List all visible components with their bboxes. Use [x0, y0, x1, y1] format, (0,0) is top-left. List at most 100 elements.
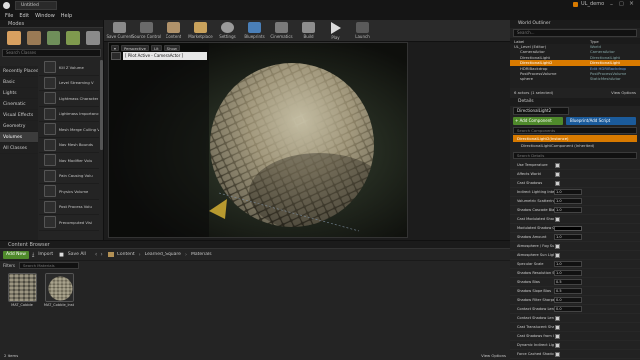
- property-checkbox[interactable]: [555, 180, 560, 186]
- category-recently-placed[interactable]: Recently Placed: [0, 66, 38, 77]
- level-viewport[interactable]: ▾ Perspective Lit Show [ Pilot Active - …: [108, 42, 408, 238]
- modes-scrollbar[interactable]: [100, 60, 103, 150]
- list-item[interactable]: Physics Volume: [39, 184, 99, 200]
- component-child-item[interactable]: DirectionalLightComponent (Inherited): [513, 142, 637, 149]
- list-item[interactable]: Level Streaming V: [39, 76, 99, 91]
- outliner-search-input[interactable]: Search...: [513, 29, 637, 37]
- back-icon[interactable]: ‹: [95, 251, 97, 258]
- list-item[interactable]: Mesh Merge Culling V: [39, 122, 99, 138]
- breadcrumb-materials[interactable]: Materials: [191, 252, 212, 257]
- content-view-options-button[interactable]: View Options: [481, 353, 506, 358]
- paint-mode-icon[interactable]: [26, 31, 41, 45]
- property-checkbox[interactable]: [555, 315, 560, 321]
- marketplace-button[interactable]: Marketplace: [187, 20, 214, 42]
- property-checkbox[interactable]: [555, 342, 560, 348]
- breadcrumb-content[interactable]: Content: [117, 252, 135, 257]
- category-basic[interactable]: Basic: [0, 77, 38, 88]
- property-checkbox[interactable]: [555, 243, 560, 249]
- list-item[interactable]: Lightmass Character: [39, 91, 99, 107]
- property-number-field[interactable]: 1.0: [554, 207, 582, 213]
- component-root-item[interactable]: DirectionalLight2(Instance): [513, 135, 637, 142]
- viewport-options-icon[interactable]: ▾: [111, 44, 119, 51]
- actor-name-field[interactable]: DirectionalLight2: [513, 107, 569, 115]
- list-item[interactable]: Nav Mesh Bounds: [39, 138, 99, 153]
- build-button[interactable]: Build: [295, 20, 322, 42]
- lit-button[interactable]: Lit: [151, 44, 162, 51]
- property-number-field[interactable]: 0.0: [554, 297, 582, 303]
- type-column-header[interactable]: Type: [590, 39, 599, 44]
- property-number-field[interactable]: 1.0: [554, 261, 582, 267]
- breadcrumb-learned-square[interactable]: Learned_Square: [145, 252, 181, 257]
- modes-tab[interactable]: Modes: [0, 20, 103, 28]
- save-current-button[interactable]: Save Current: [106, 20, 133, 42]
- show-button[interactable]: Show: [163, 44, 180, 51]
- play-button[interactable]: Play: [322, 20, 349, 42]
- landscape-mode-icon[interactable]: [46, 31, 61, 45]
- content-search-input[interactable]: Search Materials: [19, 262, 79, 269]
- eject-pilot-icon[interactable]: [111, 52, 121, 60]
- close-icon[interactable]: ×: [629, 0, 634, 7]
- settings-button[interactable]: Settings: [214, 20, 241, 42]
- property-number-field[interactable]: 1.0: [554, 189, 582, 195]
- category-volumes[interactable]: Volumes: [0, 132, 38, 143]
- cinematics-button[interactable]: Cinematics: [268, 20, 295, 42]
- menu-file[interactable]: File: [5, 13, 13, 19]
- place-mode-icon[interactable]: [7, 31, 21, 45]
- details-search-input[interactable]: Search Details: [513, 152, 637, 159]
- outliner-view-options-button[interactable]: View Options: [611, 90, 636, 95]
- category-cinematic[interactable]: Cinematic: [0, 99, 38, 110]
- property-checkbox[interactable]: [555, 351, 560, 357]
- add-new-button[interactable]: Add New: [3, 250, 29, 259]
- perspective-button[interactable]: Perspective: [121, 44, 149, 51]
- property-checkbox[interactable]: [555, 252, 560, 258]
- property-checkbox[interactable]: [555, 216, 560, 222]
- add-component-button[interactable]: + Add Component: [513, 117, 563, 125]
- property-checkbox[interactable]: [555, 333, 560, 339]
- property-checkbox[interactable]: [555, 324, 560, 330]
- details-tab[interactable]: Details: [510, 98, 640, 106]
- asset-tile[interactable]: MAT_Cobble_Inst: [42, 273, 76, 307]
- list-item[interactable]: Kill Z Volume: [39, 60, 99, 76]
- import-button[interactable]: Import: [35, 251, 56, 259]
- color-swatch[interactable]: [554, 225, 582, 231]
- geometry-mode-icon[interactable]: [86, 31, 100, 45]
- list-item[interactable]: Nav Modifier Volu: [39, 153, 99, 169]
- content-browser-tab[interactable]: Content Browser: [0, 241, 510, 249]
- property-number-field[interactable]: 0.5: [554, 288, 582, 294]
- property-number-field[interactable]: 0.5: [554, 279, 582, 285]
- minimize-icon[interactable]: –: [610, 1, 613, 8]
- category-visual-effects[interactable]: Visual Effects: [0, 110, 38, 121]
- forward-icon[interactable]: ›: [100, 251, 102, 258]
- property-number-field[interactable]: 1.0: [554, 234, 582, 240]
- list-item[interactable]: Post Process Volu: [39, 200, 99, 215]
- property-number-field[interactable]: 1.0: [554, 270, 582, 276]
- category-lights[interactable]: Lights: [0, 88, 38, 99]
- blueprints-button[interactable]: Blueprints: [241, 20, 268, 42]
- asset-tile[interactable]: MAT_Cobble: [5, 273, 39, 307]
- filters-button[interactable]: Filters: [3, 263, 15, 268]
- source-control-button[interactable]: Source Control: [132, 20, 161, 42]
- list-item[interactable]: Precomputed Visi: [39, 215, 99, 231]
- label-column-header[interactable]: Label: [514, 39, 590, 44]
- property-checkbox[interactable]: [555, 171, 560, 177]
- level-tab[interactable]: Untitled: [15, 1, 57, 10]
- category-geometry[interactable]: Geometry: [0, 121, 38, 132]
- menu-edit[interactable]: Edit: [19, 13, 29, 19]
- property-checkbox[interactable]: [555, 162, 560, 168]
- list-item[interactable]: Pain Causing Volu: [39, 169, 99, 184]
- menu-help[interactable]: Help: [61, 13, 72, 19]
- world-outliner-tab[interactable]: World Outliner: [510, 20, 640, 28]
- category-all-classes[interactable]: All Classes: [0, 143, 38, 154]
- menu-window[interactable]: Window: [35, 13, 55, 19]
- list-item[interactable]: Lightmass Importance: [39, 107, 99, 122]
- property-number-field[interactable]: 1.0: [554, 198, 582, 204]
- search-classes-input[interactable]: Search Classes: [2, 49, 101, 57]
- table-row[interactable]: sphere StaticMeshActor: [510, 76, 640, 81]
- launch-button[interactable]: Launch: [349, 20, 376, 42]
- property-number-field[interactable]: 0.0: [554, 306, 582, 312]
- maximize-icon[interactable]: □: [619, 1, 624, 7]
- save-all-button[interactable]: Save All: [65, 251, 89, 259]
- foliage-mode-icon[interactable]: [66, 31, 81, 45]
- blueprint-add-script-button[interactable]: Blueprint/Add Script: [566, 117, 636, 125]
- components-search-input[interactable]: Search Components: [513, 127, 637, 134]
